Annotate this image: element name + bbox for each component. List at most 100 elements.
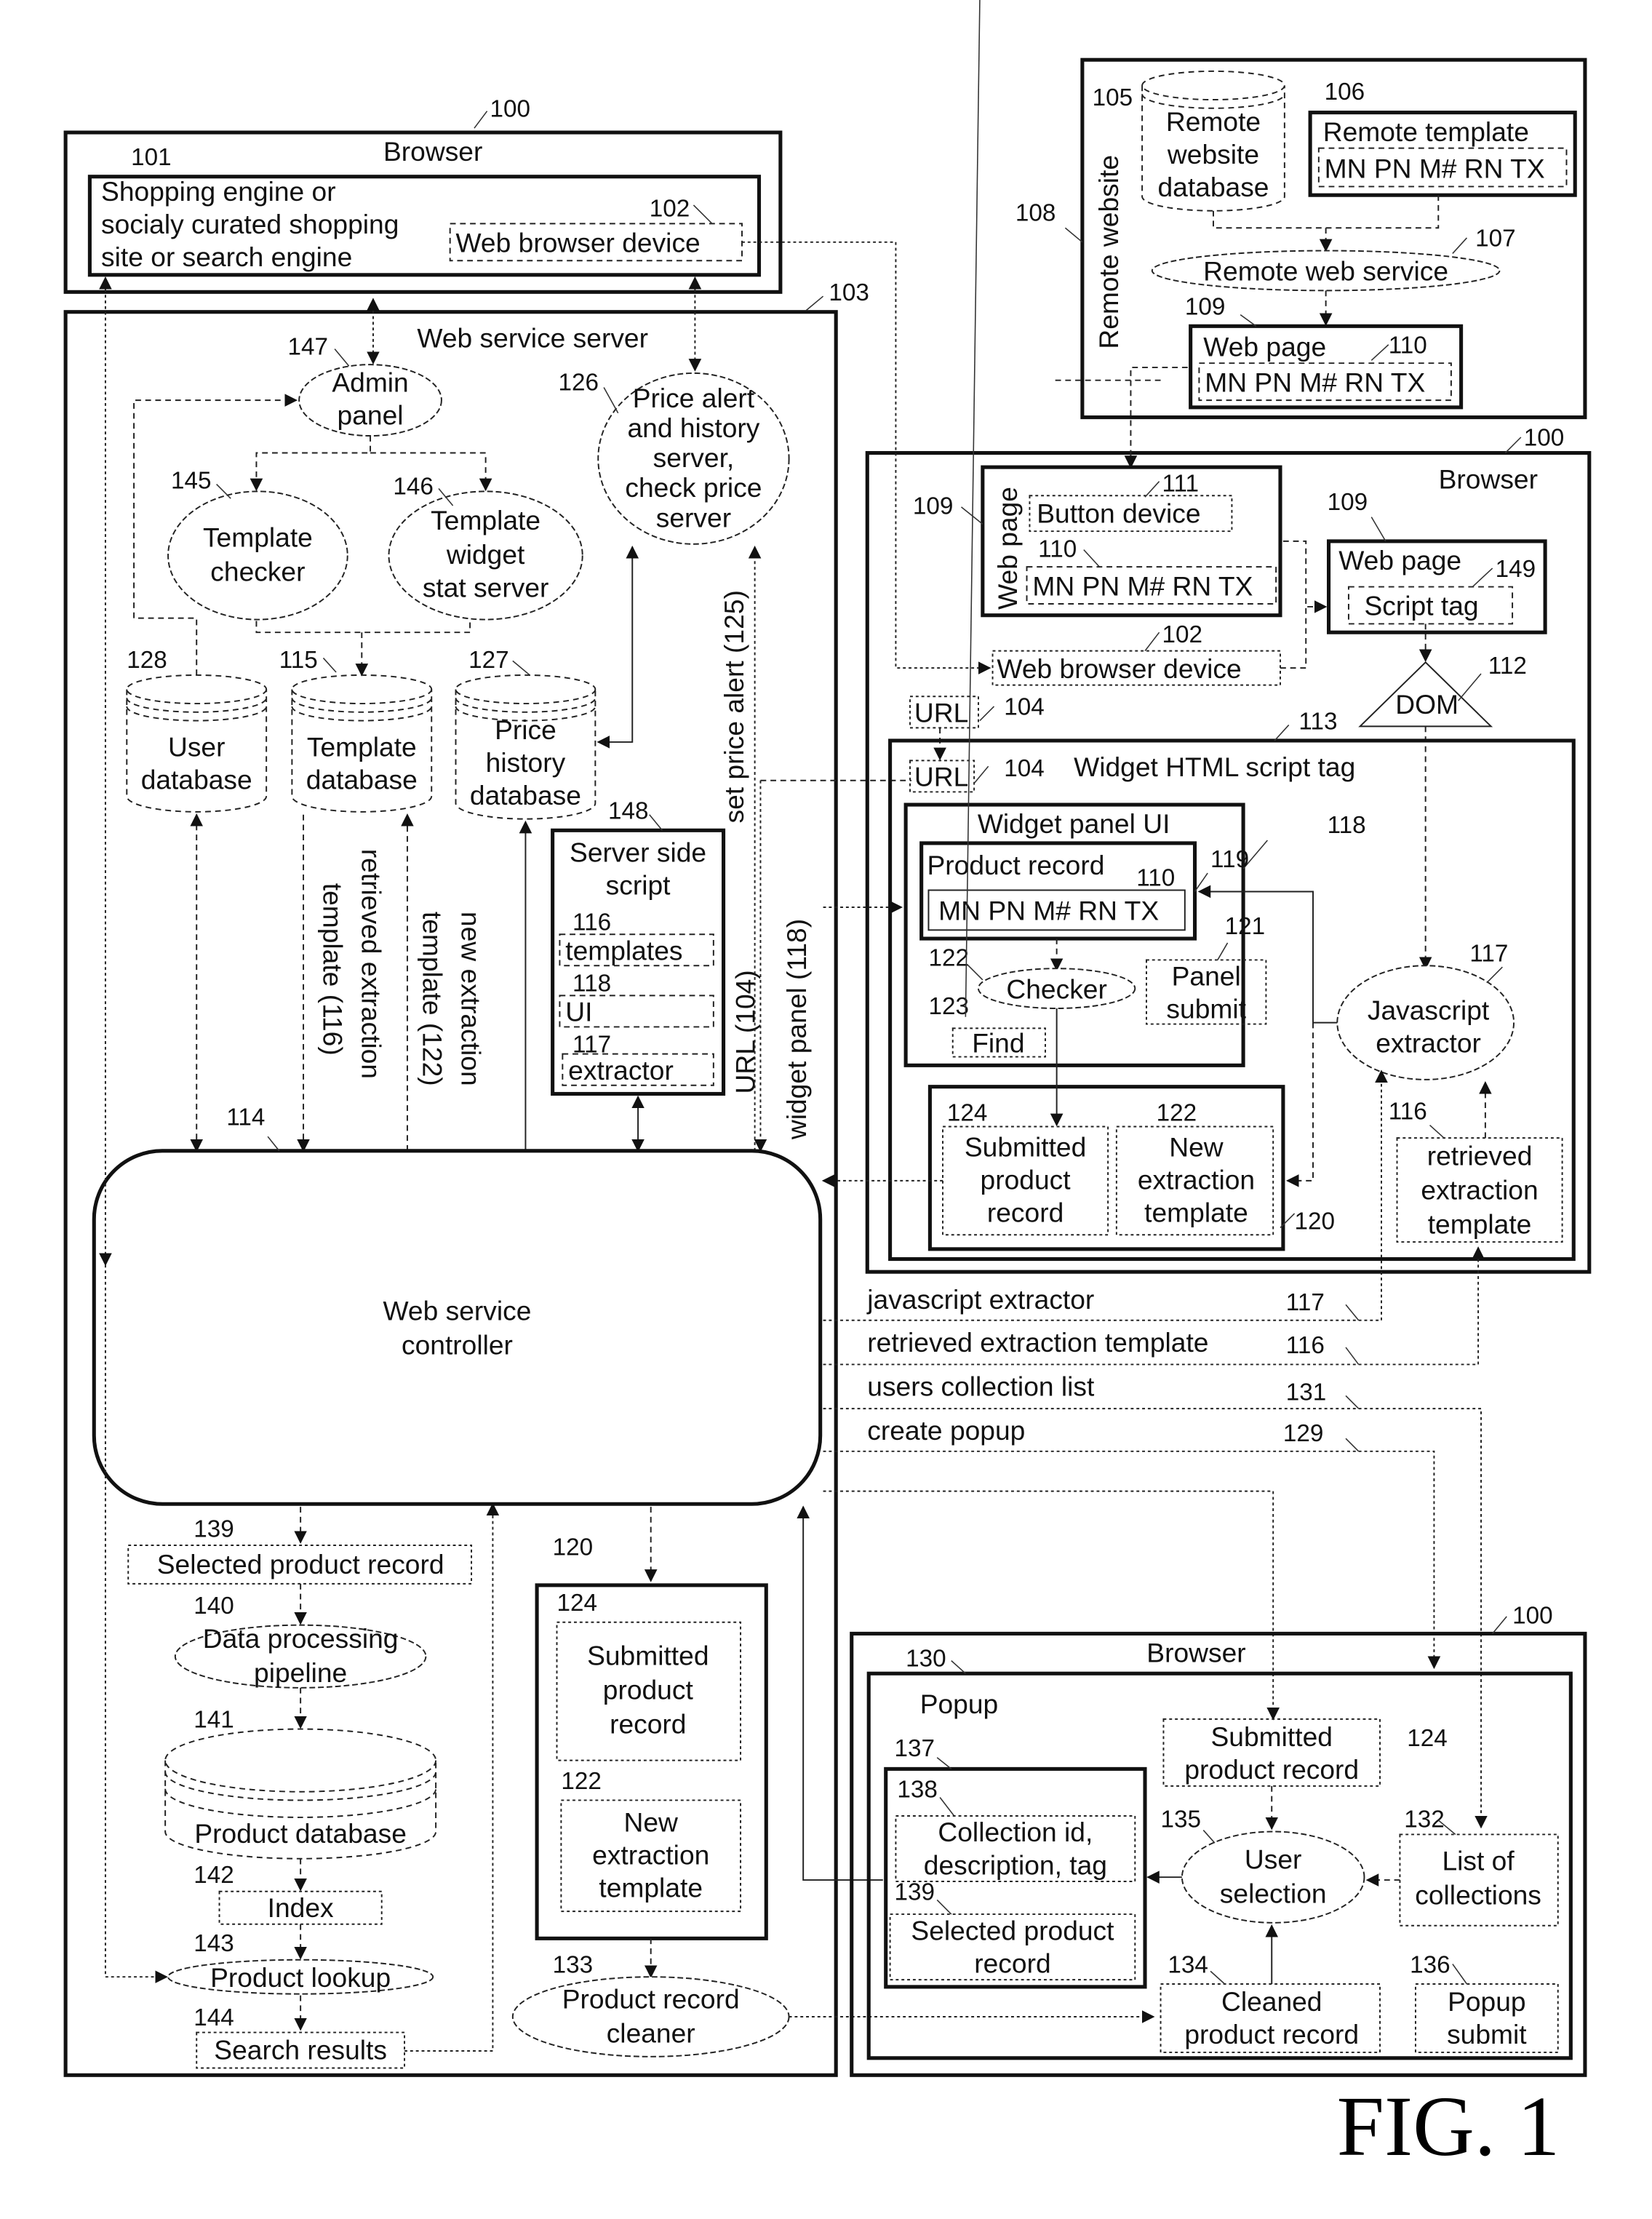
product-record-fields-text: MN PN M# RN TX	[938, 896, 1159, 926]
script-tag-label: Script tag	[1364, 591, 1478, 621]
user-database[interactable]: User database	[126, 674, 268, 813]
js-extractor-line-1: Javascript	[1368, 995, 1490, 1026]
ref-103: 103	[829, 279, 869, 306]
ref-109-widget-left: 109	[913, 493, 954, 520]
sss-ui-label: UI	[565, 997, 592, 1027]
ref-102-top: 102	[650, 196, 690, 223]
browser-top-title: Browser	[383, 136, 482, 167]
channel-retrieved-template: retrieved extraction template	[867, 1327, 1208, 1358]
ref-135: 135	[1161, 1806, 1202, 1833]
tws-line-2: widget	[446, 539, 525, 570]
ref-149: 149	[1496, 556, 1536, 583]
flow-new-2: template (122)	[417, 912, 447, 1086]
remote-website-title: Remote website	[1093, 155, 1124, 349]
ref-129: 129	[1283, 1420, 1324, 1447]
ref-122-widget: 122	[1157, 1100, 1197, 1127]
admin-panel-line-1: Admin	[332, 367, 408, 397]
ref-104-inner: 104	[1004, 755, 1045, 782]
selected-product-record-label: Selected product record	[157, 1549, 444, 1579]
template-db-line-2: database	[306, 765, 418, 795]
product-record-title: Product record	[927, 850, 1104, 880]
ref-144: 144	[193, 2004, 234, 2031]
js-extractor-line-2: extractor	[1376, 1028, 1481, 1059]
template-checker[interactable]	[167, 490, 348, 621]
web-browser-device-top-label: Web browser device	[456, 228, 701, 258]
remote-db-line-2: website	[1167, 139, 1259, 170]
popup-submitted-line-2: product record	[1184, 1754, 1359, 1785]
ref-147: 147	[288, 333, 329, 360]
remote-template-title: Remote template	[1323, 116, 1529, 147]
ref-122-server: 122	[561, 1768, 602, 1795]
popup-submit-line-1: Popup	[1448, 1986, 1526, 2017]
ref-110-remote: 110	[1389, 332, 1427, 359]
widget-web-page-vertical-title: Web page	[992, 487, 1023, 610]
retrieved-template-line-2: extraction	[1421, 1174, 1538, 1205]
remote-db-line-3: database	[1157, 172, 1269, 202]
widget-submitted-line-2: product	[981, 1165, 1072, 1195]
list-collections-line-2: collections	[1415, 1879, 1541, 1910]
cleaner-line-1: Product record	[562, 1983, 740, 2014]
product-lookup-label: Product lookup	[210, 1962, 391, 1993]
remote-website-database[interactable]: Remote website database	[1141, 70, 1285, 212]
widget-submitted-line-1: Submitted	[965, 1132, 1086, 1163]
controller-line-1: Web service	[383, 1296, 532, 1326]
template-db-line-1: Template	[307, 732, 417, 762]
web-service-controller[interactable]	[92, 1149, 823, 1506]
ref-127: 127	[468, 647, 509, 674]
browser-widget-title: Browser	[1439, 463, 1538, 494]
ref-136: 136	[1410, 1951, 1451, 1978]
widget-submitted-line-3: record	[987, 1198, 1064, 1228]
ref-108: 108	[1015, 199, 1056, 226]
ref-114: 114	[226, 1104, 265, 1131]
user-db-line-1: User	[168, 732, 226, 762]
browser-top: Browser 100 101 Shopping engine or socia…	[63, 96, 783, 294]
sss-line-2: script	[606, 869, 671, 900]
ref-139-server: 139	[193, 1515, 234, 1542]
panel-submit-line-2: submit	[1166, 994, 1246, 1024]
ref-117-js: 117	[1469, 940, 1508, 967]
ref-115: 115	[279, 647, 318, 674]
ref-113: 113	[1298, 708, 1337, 735]
url-outer-label: URL	[914, 698, 968, 728]
ref-118-panel: 118	[1328, 812, 1366, 839]
url-inner-label: URL	[914, 762, 968, 792]
ref-124-widget: 124	[947, 1100, 988, 1127]
ref-100: 100	[490, 96, 530, 123]
button-device-label: Button device	[1037, 498, 1200, 528]
template-checker-line-1: Template	[203, 522, 313, 553]
checker-label: Checker	[1006, 973, 1106, 1004]
retrieved-template-line-3: template	[1428, 1208, 1532, 1239]
ref-107: 107	[1475, 226, 1516, 252]
user-db-line-2: database	[141, 765, 252, 795]
price-alert-line-1: Price alert	[633, 383, 755, 413]
flow-url: URL (104)	[730, 970, 761, 1093]
ref-133: 133	[553, 1951, 594, 1978]
flow-set-price-alert: set price alert (125)	[719, 590, 749, 823]
price-alert-line-2: and history	[627, 413, 759, 443]
collection-info-line-2: description, tag	[924, 1849, 1107, 1880]
find-label: Find	[972, 1028, 1024, 1059]
phdb-line-2: history	[486, 747, 566, 778]
ref-105: 105	[1093, 84, 1133, 111]
browser-popup-title: Browser	[1146, 1638, 1245, 1668]
ref-131: 131	[1286, 1379, 1327, 1406]
ref-142: 142	[193, 1862, 234, 1889]
ref-138: 138	[897, 1777, 938, 1804]
product-database[interactable]: Product database	[164, 1728, 437, 1860]
ref-123: 123	[928, 993, 969, 1020]
ref-116-channel: 116	[1286, 1332, 1325, 1359]
template-database[interactable]: Template database	[291, 674, 433, 813]
price-history-database[interactable]: Price history database	[455, 674, 596, 820]
price-alert-line-5: server	[656, 502, 731, 533]
ref-128: 128	[127, 647, 167, 674]
sss-templates-label: templates	[565, 935, 682, 965]
shopping-line-3: site or search engine	[101, 242, 352, 272]
widget-new-template-line-2: extraction	[1138, 1165, 1255, 1195]
channel-js-extractor: javascript extractor	[866, 1284, 1094, 1315]
widget-script-title: Widget HTML script tag	[1074, 752, 1355, 782]
server-submitted-line-2: product	[603, 1674, 694, 1705]
search-results-label: Search results	[214, 2035, 387, 2065]
ref-145: 145	[171, 467, 212, 494]
user-selection-line-2: selection	[1220, 1878, 1327, 1908]
ref-102-widget: 102	[1162, 621, 1203, 648]
